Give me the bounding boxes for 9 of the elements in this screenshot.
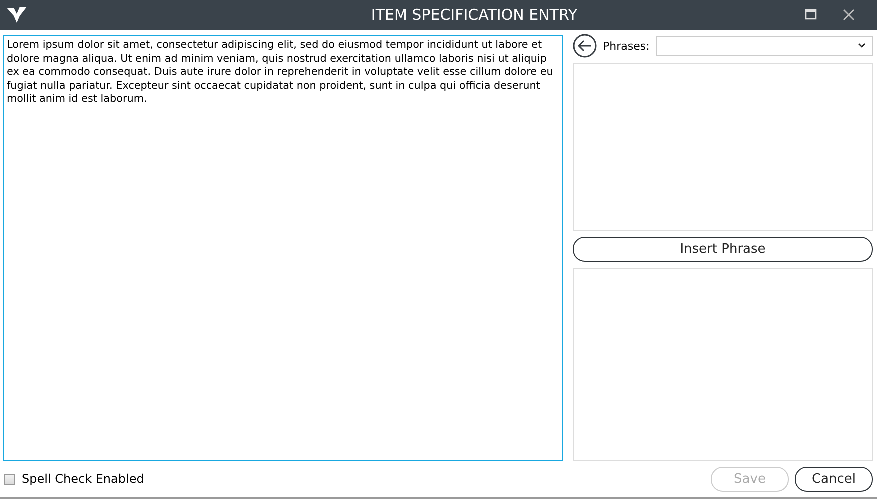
- window-title: ITEM SPECIFICATION ENTRY: [370, 6, 579, 24]
- cancel-button[interactable]: Cancel: [795, 466, 873, 492]
- spell-check-checkbox[interactable]: [4, 474, 15, 484]
- text-area[interactable]: Lorem ipsum dolor sit amet, consectetur adipiscing elit, sed do eiusmod tempor incididunt ut labore et dolore magna aliqua. Ut enim ad minim veniam, quis nostrud exercitation ullamco laboris nisi ut aliquip ex ea commodo consequat. Duis aute irure dolor in reprehenderit in voluptate velit esse cillum dolore eu fugiat nulla pariatur. Excepteur sint occaecat cupidatat non proident, sunt in culpa qui officia deserunt mollit anim id est laborum.: [3, 35, 563, 461]
- chevron-down-icon: [858, 43, 866, 49]
- phrases-label: Phrases:: [603, 40, 650, 52]
- insert-phrase-button[interactable]: Insert Phrase: [573, 237, 873, 262]
- logo-icon: [6, 6, 28, 24]
- spell-check-label: Spell Check Enabled: [22, 472, 146, 486]
